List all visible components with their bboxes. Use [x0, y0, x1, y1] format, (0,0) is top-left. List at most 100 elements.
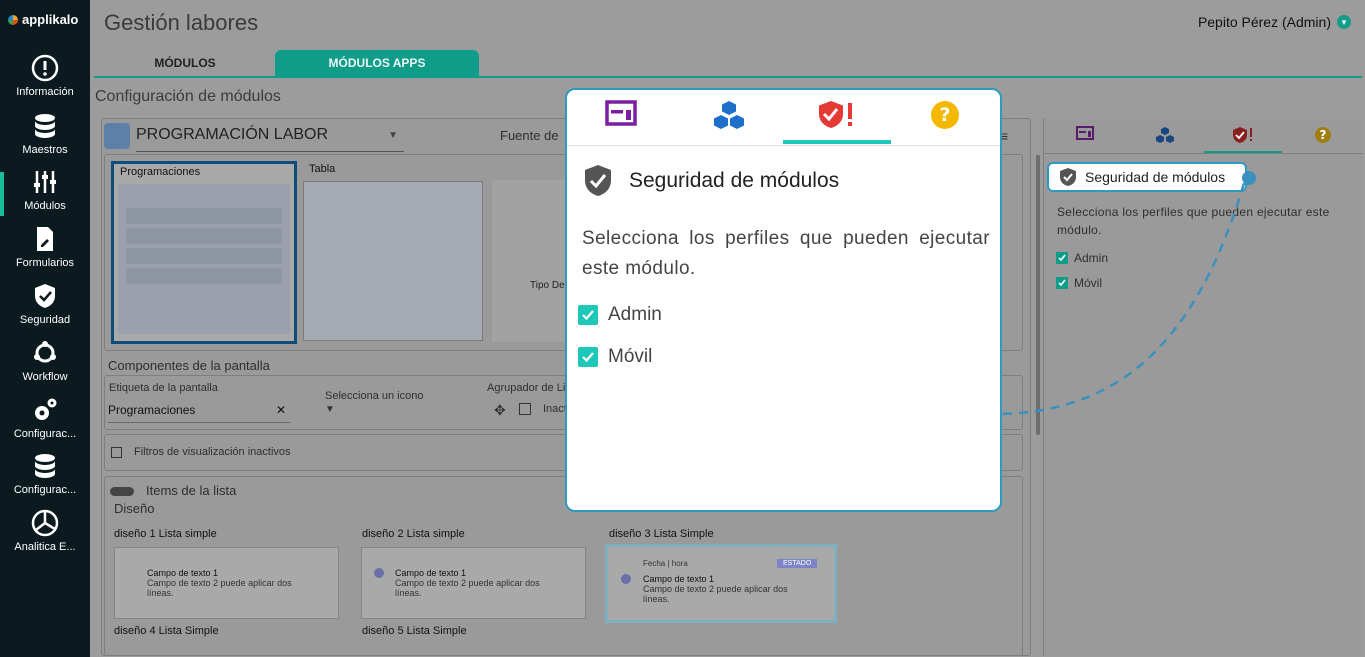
- sidebar: applikalo Información Maestros Módulos F…: [0, 0, 90, 657]
- preview-row: [126, 268, 282, 284]
- help-icon: ?: [931, 101, 959, 129]
- avatar: [621, 574, 631, 584]
- sidebar-item-modulos[interactable]: Módulos: [0, 168, 90, 216]
- sidebar-item-informacion[interactable]: Información: [0, 54, 90, 98]
- preview-row: [126, 248, 282, 264]
- preview-row: [126, 228, 282, 244]
- inactive-checkbox[interactable]: [519, 403, 531, 415]
- toggle-switch[interactable]: [110, 487, 134, 496]
- checkbox-checked-icon: [578, 305, 598, 325]
- workflow-icon: [34, 341, 56, 363]
- sidebar-item-seguridad[interactable]: Seguridad: [0, 282, 90, 326]
- design-option-label: diseño 5 Lista Simple: [362, 625, 467, 637]
- tab-underline: [94, 76, 1362, 78]
- tab-modulos-apps[interactable]: MÓDULOS APPS: [275, 50, 479, 76]
- sidebar-item-workflow[interactable]: Workflow: [0, 339, 90, 383]
- section-title: Configuración de módulos: [95, 88, 281, 105]
- design-option-2[interactable]: Campo de texto 1 Campo de texto 2 puede …: [361, 547, 586, 619]
- user-menu[interactable]: Pepito Pérez (Admin) ▾: [1198, 14, 1351, 30]
- tab-security[interactable]: [1204, 126, 1282, 154]
- screen-label-title: Etiqueta de la pantalla: [109, 382, 218, 394]
- design-option-3[interactable]: Fecha | hora ESTADO Campo de texto 1 Cam…: [605, 544, 837, 623]
- filters-label: Filtros de visualización inactivos: [134, 446, 291, 458]
- icon-select-label[interactable]: Selecciona un icono: [325, 390, 423, 402]
- modal-tab-security[interactable]: [783, 100, 891, 144]
- cubes-icon: [714, 101, 744, 129]
- chevron-down-icon[interactable]: ▼: [325, 404, 335, 415]
- modal-profile-admin-checkbox[interactable]: Admin: [578, 304, 662, 326]
- sidebar-item-label: Módulos: [24, 200, 66, 212]
- modal-tab-components[interactable]: [675, 100, 783, 140]
- modal-header: Seguridad de módulos: [583, 164, 839, 198]
- sidebar-item-maestros[interactable]: Maestros: [0, 112, 90, 156]
- tab-help[interactable]: ?: [1284, 126, 1362, 154]
- group-label: Agrupador de Li: [487, 382, 566, 394]
- tab-layout[interactable]: [1046, 126, 1124, 154]
- sidebar-item-analitica[interactable]: Analitica E...: [0, 509, 90, 553]
- shield-alert-icon: [819, 101, 852, 128]
- design-line1: Campo de texto 1: [395, 568, 467, 578]
- tab-modulos[interactable]: MÓDULOS: [95, 50, 275, 76]
- view-preview: [118, 184, 290, 334]
- layout-icon: [1076, 126, 1094, 140]
- brand-name: applikalo: [22, 12, 79, 27]
- shield-alert-icon: [1233, 127, 1252, 143]
- screen-label-value: Programaciones: [108, 403, 196, 417]
- design-option-label: diseño 2 Lista simple: [362, 528, 465, 540]
- view-card-label: Programaciones: [120, 166, 201, 178]
- page-title: Gestión labores: [104, 10, 259, 35]
- svg-text:?: ?: [1320, 128, 1327, 142]
- gears-icon: [35, 398, 57, 420]
- info-icon: [31, 54, 59, 82]
- design-option-label: diseño 4 Lista Simple: [114, 625, 219, 637]
- design-meta: Fecha | hora: [643, 559, 688, 568]
- design-line2: Campo de texto 2 puede aplicar dos línea…: [643, 584, 788, 604]
- modal-tab-help[interactable]: ?: [891, 100, 999, 140]
- sidebar-item-label: Analitica E...: [14, 541, 76, 553]
- sliders-icon: [34, 171, 56, 193]
- help-icon: ?: [1315, 127, 1331, 143]
- view-card-tabla[interactable]: Tabla: [303, 161, 483, 342]
- close-icon[interactable]: ✕: [276, 403, 290, 422]
- modal-tab-layout[interactable]: [567, 100, 675, 140]
- checkbox-checked-icon: [578, 347, 598, 367]
- modal-profile-movil-checkbox[interactable]: Móvil: [578, 346, 652, 368]
- source-label: Fuente de: [500, 128, 559, 143]
- design-line1: Campo de texto 1: [147, 568, 219, 578]
- tab-components[interactable]: [1126, 126, 1204, 154]
- design-line1: Campo de texto 1: [643, 574, 715, 584]
- module-name: PROGRAMACIÓN LABOR: [136, 126, 329, 143]
- shield-check-icon: [585, 165, 611, 196]
- sidebar-item-formularios[interactable]: Formularios: [0, 225, 90, 269]
- sidebar-item-label: Formularios: [15, 257, 75, 269]
- design-option-label: diseño 1 Lista simple: [114, 528, 217, 540]
- screen-label-input[interactable]: Programaciones ✕: [108, 403, 290, 423]
- sidebar-item-label: Seguridad: [19, 314, 71, 326]
- filters-checkbox[interactable]: [111, 447, 122, 458]
- sidebar-item-configuracion-2[interactable]: Configurac...: [0, 452, 90, 496]
- module-icon: [104, 123, 130, 149]
- database-icon: [35, 114, 55, 138]
- view-card-label: Tipo De: [530, 280, 565, 291]
- brand-logo[interactable]: applikalo: [8, 12, 78, 27]
- layout-icon: [605, 100, 637, 126]
- sidebar-item-configuracion-1[interactable]: Configurac...: [0, 396, 90, 440]
- design-label: Diseño: [114, 501, 155, 516]
- diamond-icon: ✥: [494, 402, 506, 418]
- design-line2: Campo de texto 2 puede aplicar dos línea…: [395, 578, 540, 598]
- modal-title: Seguridad de módulos: [629, 169, 840, 192]
- view-card-tipo[interactable]: Tipo De: [492, 180, 572, 342]
- sidebar-item-label: Configurac...: [13, 428, 77, 440]
- security-modal: ? Seguridad de módulos Selecciona los pe…: [565, 88, 1002, 512]
- module-select[interactable]: PROGRAMACIÓN LABOR ▼: [136, 126, 404, 152]
- preview-row: [126, 208, 282, 224]
- chevron-down-icon: ▼: [388, 130, 398, 141]
- view-card-programaciones[interactable]: Programaciones: [111, 161, 297, 344]
- cubes-icon: [1156, 127, 1174, 143]
- list-items-title: Items de la lista: [146, 483, 237, 498]
- profile-label: Móvil: [608, 346, 653, 367]
- view-card-label: Tabla: [309, 163, 336, 175]
- status-badge: ESTADO: [777, 559, 818, 568]
- design-option-1[interactable]: Campo de texto 1 Campo de texto 2 puede …: [114, 547, 339, 619]
- profile-label: Admin: [608, 304, 662, 325]
